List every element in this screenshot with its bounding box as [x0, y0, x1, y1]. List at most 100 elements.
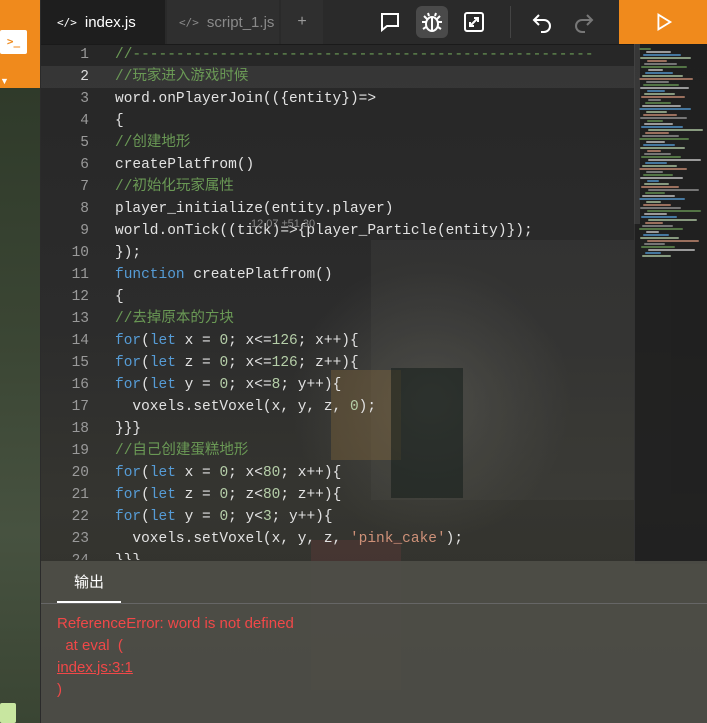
- code-text[interactable]: for(let z = 0; x<=126; z++){: [115, 352, 359, 374]
- code-text[interactable]: for(let y = 0; x<=8; y++){: [115, 374, 341, 396]
- code-text[interactable]: //--------------------------------------…: [115, 44, 594, 66]
- expand-icon[interactable]: [458, 6, 490, 38]
- code-text[interactable]: //玩家进入游戏时候: [115, 66, 248, 88]
- undo-icon[interactable]: [526, 6, 558, 38]
- code-line[interactable]: 24}}}: [41, 550, 634, 560]
- minimap-line: [641, 66, 687, 68]
- minimap-line: [647, 60, 667, 62]
- line-number: 15: [71, 355, 89, 371]
- minimap-line: [648, 219, 697, 221]
- code-text[interactable]: for(let x = 0; x<=126; x++){: [115, 330, 359, 352]
- code-line[interactable]: 8 player_initialize(entity.player): [41, 198, 634, 220]
- code-text[interactable]: player_initialize(entity.player): [115, 198, 393, 220]
- minimap-line: [645, 102, 671, 104]
- code-line[interactable]: 17 voxels.setVoxel(x, y, z, 0);: [41, 396, 634, 418]
- bug-icon[interactable]: [416, 6, 448, 38]
- code-text[interactable]: }}}: [115, 418, 141, 440]
- code-text[interactable]: //初始化玩家属性: [115, 176, 234, 198]
- code-text[interactable]: for(let z = 0; z<80; z++){: [115, 484, 341, 506]
- code-text[interactable]: //去掉原本的方块: [115, 308, 234, 330]
- code-line[interactable]: 21 for(let z = 0; z<80; z++){: [41, 484, 634, 506]
- run-button[interactable]: [619, 0, 707, 44]
- code-text[interactable]: word.onPlayerJoin(({entity})=>: [115, 88, 376, 110]
- code-line[interactable]: 20 for(let x = 0; x<80; x++){: [41, 462, 634, 484]
- error-source-link[interactable]: index.js:3:1: [57, 657, 294, 679]
- minimap-line: [648, 249, 695, 251]
- tab-index-js[interactable]: </> index.js: [41, 0, 165, 44]
- redo-icon[interactable]: [568, 6, 600, 38]
- add-tab-button[interactable]: +: [281, 0, 323, 44]
- code-line[interactable]: 14 for(let x = 0; x<=126; x++){: [41, 330, 634, 352]
- minimap-line: [644, 63, 677, 65]
- code-text[interactable]: voxels.setVoxel(x, y, z, 0);: [115, 396, 376, 418]
- code-text[interactable]: world.onTick((tick)=>{player_Particle(en…: [115, 220, 533, 242]
- code-text[interactable]: //创建地形: [115, 132, 190, 154]
- code-line[interactable]: 23 voxels.setVoxel(x, y, z, 'pink_cake')…: [41, 528, 634, 550]
- minimap-line: [645, 252, 661, 254]
- terminal-icon[interactable]: >_: [0, 30, 27, 54]
- code-line-active[interactable]: 2 //玩家进入游戏时候: [41, 66, 634, 88]
- minimap-line: [642, 195, 675, 197]
- line-number: 1: [80, 47, 89, 63]
- code-line[interactable]: 11 function createPlatfrom(): [41, 264, 634, 286]
- comment-icon[interactable]: [374, 6, 406, 38]
- code-text[interactable]: {: [115, 110, 124, 132]
- code-line[interactable]: 4{: [41, 110, 634, 132]
- code-minimap[interactable]: [634, 44, 707, 564]
- minimap-line: [639, 198, 685, 200]
- code-text[interactable]: //自己创建蛋糕地形: [115, 440, 248, 462]
- code-editor-window: </> index.js </> script_1.js + 1 //-----…: [41, 0, 707, 723]
- code-line[interactable]: 16 for(let y = 0; x<=8; y++){: [41, 374, 634, 396]
- minimap-line: [640, 57, 691, 59]
- line-number: 4: [80, 113, 89, 129]
- line-number: 13: [71, 311, 89, 327]
- line-number: 11: [71, 267, 89, 283]
- code-text[interactable]: {: [115, 286, 124, 308]
- console-toggle[interactable]: >_ ▼: [0, 0, 40, 88]
- minimap-line: [639, 138, 689, 140]
- code-line[interactable]: 9 world.onTick((tick)=>{player_Particle(e…: [41, 220, 634, 242]
- code-area[interactable]: 1 //-------------------------------------…: [41, 44, 634, 560]
- minimap-line: [641, 246, 675, 248]
- minimap-line: [646, 111, 667, 113]
- code-line[interactable]: 15 for(let z = 0; x<=126; z++){: [41, 352, 634, 374]
- code-text[interactable]: });: [115, 242, 141, 264]
- code-line[interactable]: 10});: [41, 242, 634, 264]
- chevron-down-icon[interactable]: ▼: [0, 76, 9, 86]
- minimap-line: [644, 183, 669, 185]
- code-line[interactable]: 22 for(let y = 0; y<3; y++){: [41, 506, 634, 528]
- minimap-line: [641, 126, 683, 128]
- code-text[interactable]: }}}: [115, 550, 141, 560]
- code-line[interactable]: 3 word.onPlayerJoin(({entity})=>: [41, 88, 634, 110]
- code-line[interactable]: 7 //初始化玩家属性: [41, 176, 634, 198]
- line-number: 7: [80, 179, 89, 195]
- line-number: 18: [71, 421, 89, 437]
- code-text[interactable]: for(let x = 0; x<80; x++){: [115, 462, 341, 484]
- code-icon: </>: [57, 15, 77, 29]
- game-item-icon: [0, 703, 16, 723]
- code-text[interactable]: createPlatfrom(): [115, 154, 254, 176]
- line-number: 16: [71, 377, 89, 393]
- code-line[interactable]: 6 createPlatfrom(): [41, 154, 634, 176]
- minimap-scroll-thumb[interactable]: [634, 44, 640, 224]
- code-line[interactable]: 5 //创建地形: [41, 132, 634, 154]
- code-text[interactable]: voxels.setVoxel(x, y, z, 'pink_cake');: [115, 528, 463, 550]
- minimap-line: [644, 153, 671, 155]
- code-text[interactable]: function createPlatfrom(): [115, 264, 333, 286]
- code-line[interactable]: 18}}}: [41, 418, 634, 440]
- line-number: 21: [71, 487, 89, 503]
- code-line[interactable]: 12 {: [41, 286, 634, 308]
- code-line[interactable]: 13 //去掉原本的方块: [41, 308, 634, 330]
- minimap-line: [646, 141, 665, 143]
- minimap-line: [646, 81, 669, 83]
- minimap-line: [642, 135, 679, 137]
- code-line[interactable]: 1 //-------------------------------------…: [41, 44, 634, 66]
- error-message: ReferenceError: word is not defined at e…: [57, 613, 294, 701]
- minimap-line: [647, 210, 701, 212]
- minimap-line: [647, 240, 699, 242]
- tab-script-1-js[interactable]: </> script_1.js: [167, 0, 279, 44]
- code-line[interactable]: 19 //自己创建蛋糕地形: [41, 440, 634, 462]
- minimap-line: [646, 201, 661, 203]
- code-text[interactable]: for(let y = 0; y<3; y++){: [115, 506, 333, 528]
- output-tab[interactable]: 输出: [57, 561, 121, 603]
